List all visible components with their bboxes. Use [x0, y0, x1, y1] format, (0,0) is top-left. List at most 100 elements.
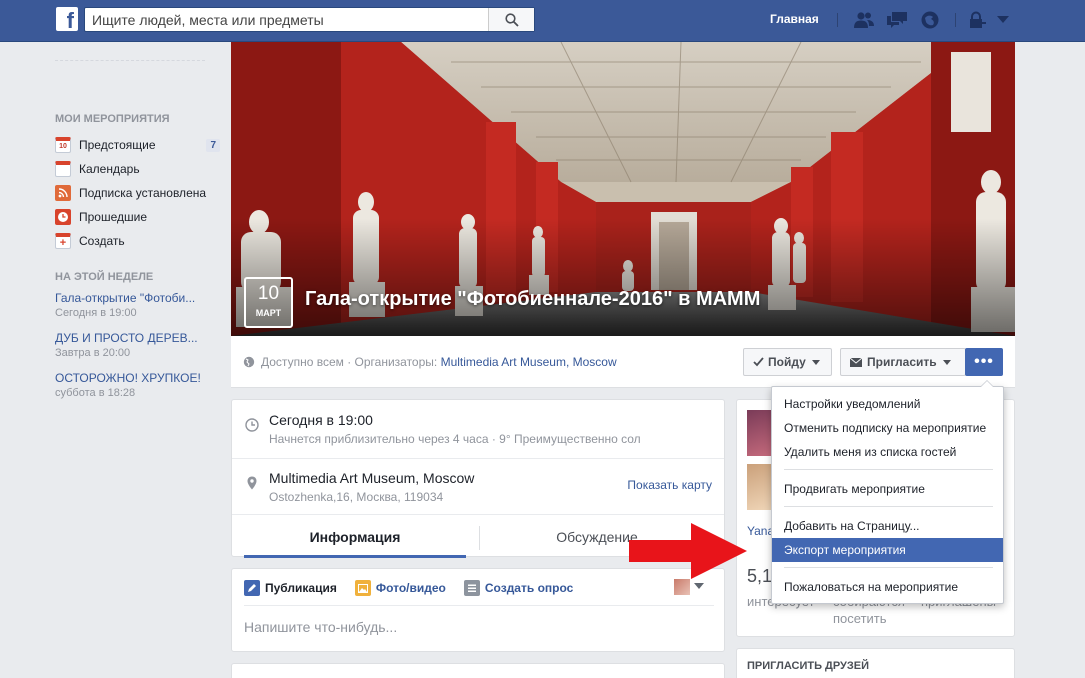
- search-box: [84, 7, 535, 32]
- event-cover-photo: 10 МАРТ Гала-открытие "Фотобиеннале-2016…: [231, 42, 1015, 336]
- invite-friends-title: ПРИГЛАСИТЬ ДРУЗЕЙ: [747, 660, 870, 672]
- poll-label: Создать опрос: [484, 581, 574, 595]
- globe-icon: [243, 356, 255, 368]
- event-time: Сегодня в 19:00: [269, 412, 373, 428]
- event-time-row: Сегодня в 19:00 Начнется приблизительно …: [232, 412, 724, 446]
- privacy-text: Доступно всем · Организаторы:: [261, 355, 438, 369]
- poll-tab[interactable]: Создать опрос: [463, 580, 574, 596]
- search-button[interactable]: [488, 8, 534, 31]
- nav-divider: [955, 13, 956, 27]
- event-date-day: 10: [257, 283, 280, 304]
- check-icon: [753, 357, 764, 367]
- calendar-10-icon: 10: [55, 137, 71, 153]
- info-divider: [232, 458, 724, 459]
- week-event-time: Сегодня в 19:00: [55, 307, 137, 319]
- interested-count: 5,1: [747, 566, 773, 586]
- menu-item-report[interactable]: Пожаловаться на мероприятие: [772, 575, 1003, 599]
- week-event-link[interactable]: Гала-открытие "Фотоби...: [55, 291, 220, 305]
- sidebar-item-calendar[interactable]: Календарь: [55, 157, 220, 181]
- calendar-icon: [55, 161, 71, 177]
- sidebar-item-past[interactable]: Прошедшие: [55, 205, 220, 229]
- avatar[interactable]: [674, 579, 690, 595]
- tab-information[interactable]: Информация: [244, 518, 466, 558]
- event-address: Ostozhenka,16, Москва, 119034: [269, 490, 444, 504]
- guest-avatar[interactable]: [747, 464, 773, 510]
- publish-label: Публикация: [265, 581, 337, 595]
- guest-avatar[interactable]: [747, 410, 773, 456]
- event-privacy: Доступно всем · Организаторы: Multimedia…: [243, 355, 617, 369]
- week-event-link[interactable]: ОСТОРОЖНО! ХРУПКОЕ!: [55, 371, 220, 385]
- upcoming-count-badge: 7: [206, 138, 220, 152]
- menu-notch: [981, 381, 993, 387]
- invite-button[interactable]: Пригласить: [840, 348, 966, 376]
- composer-actions: Публикация Фото/видео Создать опрос: [244, 577, 591, 599]
- messages-icon[interactable]: [886, 10, 908, 30]
- chevron-down-icon[interactable]: [694, 583, 704, 589]
- poll-icon: [463, 580, 480, 596]
- chevron-down-icon: [942, 359, 951, 365]
- week-event-time: суббота в 18:28: [55, 387, 136, 399]
- menu-divider: [784, 567, 993, 568]
- sidebar-item-create[interactable]: + Создать: [55, 229, 220, 253]
- sidebar-item-subscribed[interactable]: Подписка установлена: [55, 181, 220, 205]
- post-composer: Публикация Фото/видео Создать опрос Напи…: [231, 568, 725, 652]
- photo-icon: [354, 580, 371, 596]
- home-link[interactable]: Главная: [760, 12, 829, 26]
- week-event-link[interactable]: ДУБ И ПРОСТО ДЕРЕВ...: [55, 331, 220, 345]
- top-navigation-bar: f Главная: [0, 0, 1085, 42]
- menu-item-promote[interactable]: Продвигать мероприятие: [772, 477, 1003, 501]
- photo-video-tab[interactable]: Фото/видео: [354, 580, 446, 596]
- publish-tab[interactable]: Публикация: [244, 580, 337, 596]
- chevron-down-icon: [811, 359, 820, 365]
- event-date-month: МАРТ: [255, 308, 282, 318]
- nav-divider: [837, 13, 838, 27]
- composer-divider: [244, 605, 714, 606]
- show-map-link[interactable]: Показать карту: [627, 478, 712, 492]
- menu-divider: [784, 506, 993, 507]
- event-title: Гала-открытие "Фотобиеннале-2016" в МАММ: [305, 288, 761, 310]
- photo-video-label: Фото/видео: [375, 581, 446, 595]
- sidebar-item-label: Прошедшие: [79, 210, 148, 224]
- sidebar-item-label: Подписка установлена: [79, 186, 207, 200]
- sidebar-item-upcoming[interactable]: 10 Предстоящие 7: [55, 133, 220, 157]
- organizer-link[interactable]: Multimedia Art Museum, Moscow: [441, 355, 617, 369]
- menu-item-remove-from-guests[interactable]: Удалить меня из списка гостей: [772, 440, 1003, 464]
- info-divider: [232, 514, 724, 515]
- menu-item-export[interactable]: Экспорт мероприятия: [772, 538, 1003, 562]
- account-menu-icon[interactable]: [992, 10, 1014, 30]
- event-date-badge: 10 МАРТ: [244, 277, 293, 328]
- menu-item-add-to-page[interactable]: Добавить на Страницу...: [772, 514, 1003, 538]
- search-icon: [504, 12, 519, 27]
- composer-input[interactable]: Напишите что-нибудь...: [244, 619, 397, 635]
- map-pin-icon: [247, 476, 257, 490]
- menu-divider: [784, 469, 993, 470]
- menu-item-notification-settings[interactable]: Настройки уведомлений: [772, 392, 1003, 416]
- invite-label: Пригласить: [867, 355, 937, 369]
- clock-icon: [245, 418, 259, 432]
- notifications-icon[interactable]: [919, 10, 941, 30]
- red-arrow-annotation: [629, 523, 747, 579]
- sidebar-item-label: Создать: [79, 234, 125, 248]
- menu-item-unsubscribe[interactable]: Отменить подписку на мероприятие: [772, 416, 1003, 440]
- plus-icon: +: [55, 233, 71, 249]
- sidebar-item-label: Календарь: [79, 162, 140, 176]
- my-events-title: МОИ МЕРОПРИЯТИЯ: [55, 113, 170, 125]
- more-options-menu: Настройки уведомлений Отменить подписку …: [771, 380, 1004, 604]
- going-button[interactable]: Пойду: [743, 348, 832, 376]
- search-input[interactable]: [85, 8, 485, 31]
- week-event-time: Завтра в 20:00: [55, 347, 131, 359]
- going-label: Пойду: [768, 355, 806, 369]
- privacy-lock-icon[interactable]: [966, 10, 988, 30]
- clock-icon: [55, 209, 71, 225]
- left-sidebar: МОИ МЕРОПРИЯТИЯ 10 Предстоящие 7 Календа…: [55, 60, 220, 411]
- more-options-button[interactable]: •••: [965, 348, 1003, 376]
- this-week-title: НА ЭТОЙ НЕДЕЛЕ: [55, 271, 154, 283]
- pencil-icon: [244, 580, 260, 596]
- friend-requests-icon[interactable]: [853, 10, 875, 30]
- invite-friends-card: ПРИГЛАСИТЬ ДРУЗЕЙ: [736, 648, 1015, 678]
- rss-icon: [55, 185, 71, 201]
- envelope-icon: [850, 357, 862, 367]
- facebook-logo[interactable]: f: [56, 7, 78, 31]
- feed-card: [231, 663, 725, 678]
- sidebar-item-label: Предстоящие: [79, 138, 156, 152]
